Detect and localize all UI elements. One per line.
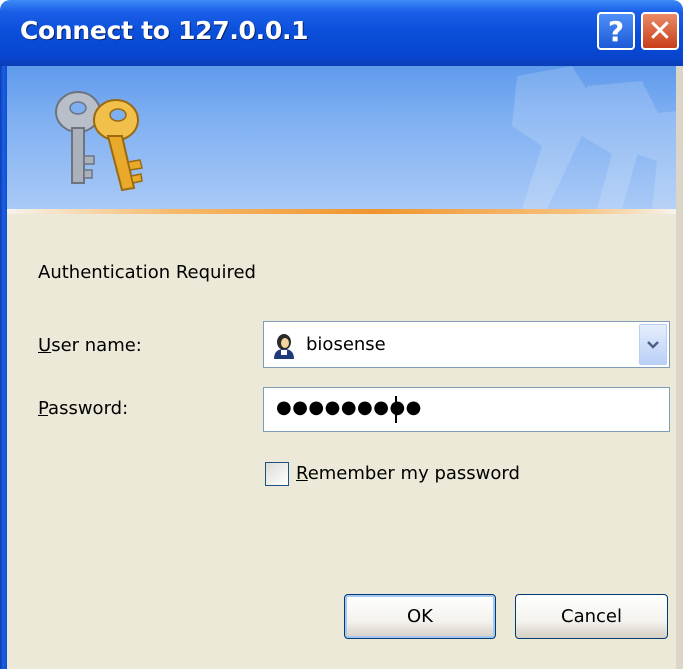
auth-heading: Authentication Required: [38, 262, 256, 283]
cancel-button[interactable]: Cancel: [515, 594, 668, 639]
password-label-mnemonic: P: [38, 398, 49, 419]
close-icon: ✕: [647, 13, 673, 49]
password-label-text: assword:: [48, 398, 129, 419]
keys-icon: [55, 91, 143, 192]
username-label: User name:: [38, 335, 142, 356]
keys-watermark-icon: [512, 66, 676, 209]
remember-label-mnemonic: R: [296, 463, 308, 484]
remember-password-label[interactable]: Remember my password: [296, 463, 520, 484]
help-icon: ?: [607, 14, 625, 48]
login-dialog: Connect to 127.0.0.1 ? ✕ Authentication …: [0, 0, 683, 669]
username-label-text: ser name:: [51, 335, 142, 356]
username-label-mnemonic: U: [38, 335, 52, 356]
password-masked-value: ●●●●●●●●●: [276, 397, 422, 418]
window-title: Connect to 127.0.0.1: [20, 16, 309, 45]
help-button[interactable]: ?: [597, 12, 635, 50]
window-frame-right: [676, 66, 683, 669]
username-value: biosense: [306, 334, 386, 355]
chevron-down-icon: [647, 340, 659, 349]
close-button[interactable]: ✕: [641, 12, 679, 50]
text-caret: [395, 396, 397, 423]
password-label: Password:: [38, 398, 128, 419]
ok-button[interactable]: OK: [344, 594, 496, 639]
username-combobox[interactable]: biosense: [263, 321, 670, 368]
password-field[interactable]: ●●●●●●●●●: [263, 387, 670, 432]
username-dropdown-button[interactable]: [639, 324, 667, 365]
user-icon: [274, 334, 294, 359]
title-bar[interactable]: Connect to 127.0.0.1 ? ✕: [0, 0, 683, 66]
remember-label-text: emember my password: [307, 463, 520, 484]
remember-password-checkbox[interactable]: [265, 462, 289, 486]
window-frame-left: [0, 66, 7, 669]
